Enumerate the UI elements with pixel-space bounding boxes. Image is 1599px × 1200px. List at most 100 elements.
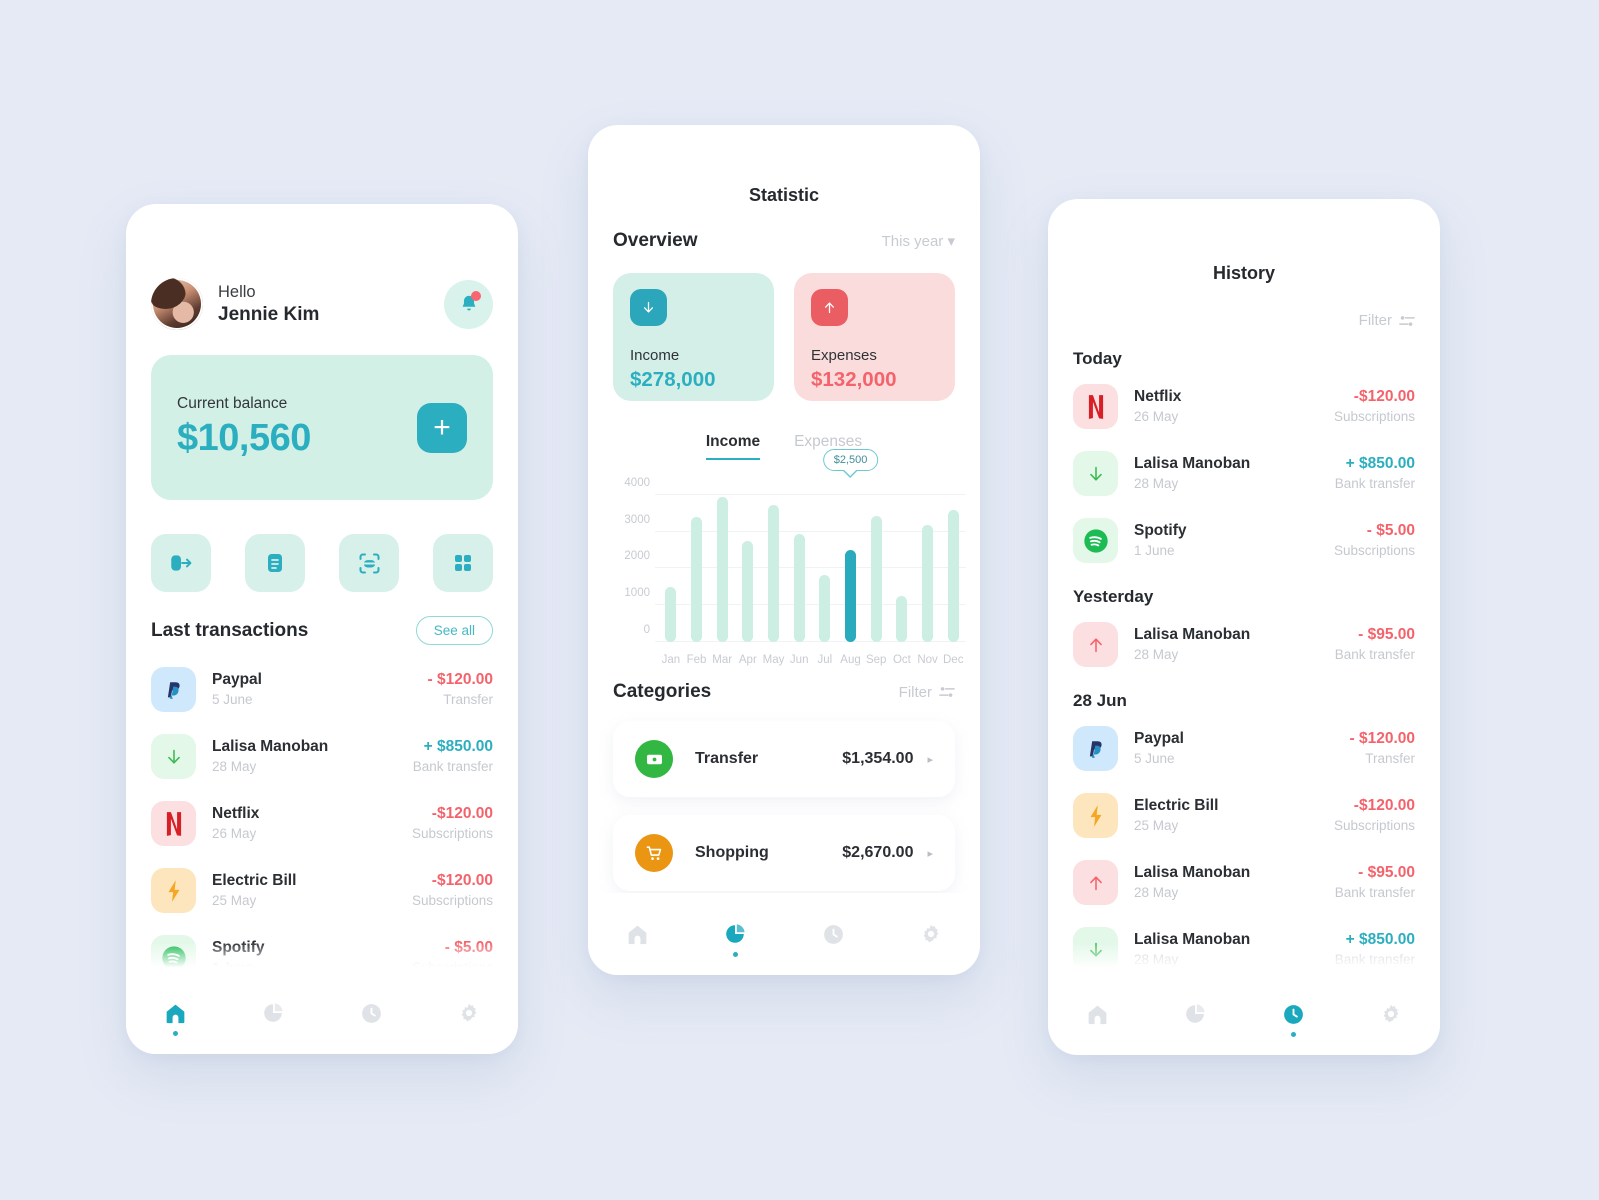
transaction-amount: -$120.00 [1353,387,1415,405]
transaction-row[interactable]: Electric Bill 25 May -$120.00 Subscripti… [1073,782,1415,849]
history-group-label: Yesterday [1073,587,1154,606]
transaction-row[interactable]: Netflix 26 May -$120.00 Subscriptions [1073,373,1415,440]
transaction-amount: - $95.00 [1358,863,1415,881]
transaction-amount: - $95.00 [1358,625,1415,643]
transaction-name: Electric Bill [212,871,297,889]
categories-filter-button[interactable]: Filter [899,684,955,701]
nav-item-history[interactable] [806,907,860,961]
transaction-row[interactable]: Electric Bill 25 May -$120.00 Subscripti… [151,857,493,924]
x-tick-label: Dec [943,654,964,666]
bar-column[interactable] [863,480,889,642]
home-icon [1088,1005,1106,1024]
bar [691,516,702,642]
home-header: Hello Jennie Kim [151,277,493,331]
phone-history-screen: History Filter Today Netflix 26 May -$12… [1048,199,1440,1055]
quick-action-transfer-out[interactable] [151,534,211,592]
period-label: This year [881,233,944,250]
category-row[interactable]: Shopping $2,670.00 ▸ [613,815,955,891]
paypal-icon [1089,741,1102,758]
nav-item-home[interactable] [1070,987,1124,1041]
nav-item-settings[interactable] [442,986,496,1040]
quick-action-bills[interactable] [245,534,305,592]
nav-item-statistic[interactable] [1168,987,1222,1041]
balance-value: $10,560 [177,417,311,459]
arrow-down-icon [167,749,180,764]
transaction-row[interactable]: Lalisa Manoban 28 May - $95.00 Bank tran… [1073,849,1415,916]
quick-action-scan[interactable] [339,534,399,592]
bar-column[interactable] [709,480,735,642]
pie-chart-icon [264,1003,283,1022]
nav-item-history[interactable] [1266,987,1320,1041]
x-tick-label: Apr [738,654,757,666]
transaction-icon [1073,384,1118,429]
category-row[interactable]: Transfer $1,354.00 ▸ [613,721,955,797]
notification-button[interactable] [444,279,493,329]
nav-item-settings[interactable] [904,907,958,961]
transaction-row[interactable]: Lalisa Manoban 28 May - $95.00 Bank tran… [1073,611,1415,678]
transaction-category: Bank transfer [1334,647,1415,663]
transaction-row[interactable]: Lalisa Manoban 28 May + $850.00 Bank tra… [1073,440,1415,507]
history-group-label: Today [1073,349,1122,368]
phone-home-screen: Hello Jennie Kim Current balance $10,560 [126,204,518,1054]
x-tick-label: Jun [789,654,809,666]
bar-column[interactable] [915,480,941,642]
history-filter-button[interactable]: Filter [1359,312,1415,329]
y-tick-label: 1000 [624,587,650,600]
nav-item-statistic[interactable] [708,907,762,961]
category-icon [635,834,673,872]
income-card[interactable]: Income $278,000 [613,273,774,401]
bar-column[interactable] [889,480,915,642]
bar-column[interactable] [658,480,684,642]
pie-chart-icon [726,924,745,943]
home-icon [628,925,646,944]
category-name: Shopping [695,844,769,861]
category-amount: $2,670.00 [842,844,914,861]
categories-label: Categories [613,681,712,702]
bar [922,525,934,642]
expenses-label: Expenses [811,347,877,364]
bar-column[interactable] [735,480,761,642]
cart-icon [646,845,661,860]
categories-header: Categories Filter [613,681,955,703]
see-all-button[interactable]: See all [415,616,493,645]
home-icon [166,1004,184,1023]
bar-column[interactable] [761,480,787,642]
history-group-label: 28 Jun [1073,691,1127,710]
bar-column[interactable] [684,480,710,642]
quick-action-more[interactable] [433,534,493,592]
period-selector[interactable]: This year ▾ [882,232,955,250]
nav-item-history[interactable] [344,986,398,1040]
expenses-card[interactable]: Expenses $132,000 [794,273,955,401]
tab-income[interactable]: Income [705,433,761,460]
page-title: History [1212,263,1275,283]
transaction-name: Lalisa Manoban [212,737,329,755]
transaction-name: Netflix [1134,387,1182,405]
nav-item-settings[interactable] [1364,987,1418,1041]
transaction-category: Subscriptions [411,893,493,909]
nav-item-statistic[interactable] [246,986,300,1040]
bar-column[interactable] [786,480,812,642]
nav-active-dot [732,952,738,957]
transaction-row[interactable]: Spotify 1 June - $5.00 Subscriptions [1073,507,1415,574]
nav-item-home[interactable] [148,986,202,1040]
gear-icon [923,924,939,943]
netflix-icon [166,811,181,836]
transaction-row[interactable]: Paypal 5 June - $120.00 Transfer [1073,715,1415,782]
arrow-down-icon [1089,466,1102,481]
bar-column[interactable] [812,480,838,642]
bar-column[interactable]: $2,500 [822,449,879,642]
overview-header: Overview This year ▾ [613,230,955,252]
bar-column[interactable] [940,480,966,642]
add-money-button[interactable]: + [417,402,467,453]
transaction-row[interactable]: Netflix 26 May -$120.00 Subscriptions [151,790,493,857]
quick-actions [151,534,493,592]
x-tick-label: Jan [661,654,681,666]
transaction-row[interactable]: Lalisa Manoban 28 May + $850.00 Bank tra… [151,723,493,790]
bar [742,540,754,642]
y-tick-label: 2000 [624,550,650,563]
chevron-right-icon: ▸ [927,847,933,860]
nav-item-home[interactable] [610,907,664,961]
transaction-row[interactable]: Paypal 5 June - $120.00 Transfer [151,656,493,723]
x-tick-label: Mar [712,654,733,666]
bar [845,549,857,642]
